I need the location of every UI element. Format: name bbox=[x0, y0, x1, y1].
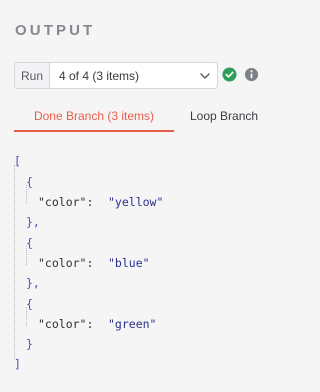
object-open: { bbox=[26, 236, 33, 250]
object-close: }, bbox=[26, 276, 40, 290]
json-key: "color": bbox=[38, 256, 94, 270]
chevron-down-icon bbox=[199, 70, 211, 82]
json-value: "yellow" bbox=[108, 195, 164, 209]
object-open: { bbox=[26, 175, 33, 189]
check-circle-icon bbox=[222, 67, 237, 82]
tab-done-branch[interactable]: Done Branch (3 items) bbox=[14, 102, 174, 132]
json-value: "blue" bbox=[108, 256, 150, 270]
branch-tabs: Done Branch (3 items) Loop Branch bbox=[0, 102, 274, 132]
object-close: }, bbox=[26, 215, 40, 229]
array-open: [ bbox=[14, 154, 21, 168]
run-selector[interactable]: Run 4 of 4 (3 items) bbox=[14, 62, 218, 89]
panel-title: OUTPUT bbox=[15, 22, 96, 39]
object-close: } bbox=[26, 337, 33, 351]
tab-loop-branch[interactable]: Loop Branch bbox=[190, 102, 258, 130]
info-icon[interactable] bbox=[244, 67, 259, 82]
array-close: ] bbox=[14, 357, 21, 371]
json-key: "color": bbox=[38, 317, 94, 331]
json-value: "green" bbox=[108, 317, 157, 331]
object-open: { bbox=[26, 297, 33, 311]
run-label: Run bbox=[15, 63, 50, 88]
indent-guide-outer bbox=[14, 165, 15, 359]
json-key: "color": bbox=[38, 195, 94, 209]
run-selected-value: 4 of 4 (3 items) bbox=[59, 68, 140, 83]
run-dropdown[interactable]: 4 of 4 (3 items) bbox=[50, 63, 217, 88]
